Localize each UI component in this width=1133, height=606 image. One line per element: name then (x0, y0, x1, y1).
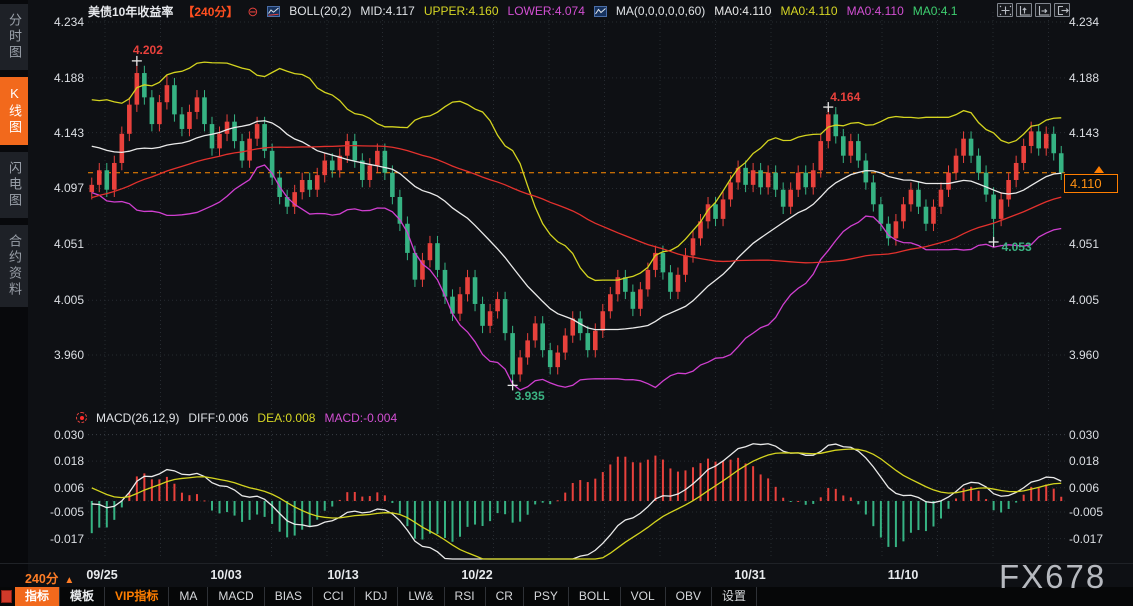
ma-label: MA(0,0,0,0,0,60) (616, 4, 705, 18)
axis-tick-label: 4.143 (32, 126, 84, 140)
axis-tick-label: 0.030 (32, 428, 84, 442)
axis-tick-label: 4.005 (1069, 293, 1129, 307)
macd-label: MACD(26,12,9) (96, 411, 179, 425)
toolbar-tab-vip-indicator[interactable]: VIP指标 (105, 587, 169, 606)
ma-values: MA0:4.110 MA0:4.110 MA0:4.110 MA0:4.1 (714, 4, 957, 18)
toolbar-tab-boll[interactable]: BOLL (569, 587, 621, 606)
main-header: 美债10年收益率 【240分】 ⊖ BOLL(20,2) MID:4.117 U… (88, 3, 957, 19)
date-tick-label: 10/03 (210, 568, 241, 582)
macd-diff-value: DIFF:0.006 (188, 411, 248, 425)
axis-tick-label: 3.960 (1069, 348, 1129, 362)
boll-label: BOLL(20,2) (289, 4, 351, 18)
chevron-up-icon: ▲ (64, 575, 74, 586)
macd-header: MACD(26,12,9) DIFF:0.006 DEA:0.008 MACD:… (76, 410, 397, 425)
timeframe-text: 240分 (25, 572, 58, 586)
axis-tick-label: -0.005 (32, 505, 84, 519)
toolbar-tab-lwr[interactable]: LW& (398, 587, 444, 606)
macd-dea-value: DEA:0.008 (257, 411, 315, 425)
macd-macd-value: MACD:-0.004 (324, 411, 397, 425)
axis-tick-label: 4.188 (32, 71, 84, 85)
toolbar-tab-psy[interactable]: PSY (524, 587, 569, 606)
chart-window-buttons (997, 3, 1070, 17)
toolbar-tab-settings[interactable]: 设置 (712, 587, 757, 606)
axis-tick-label: 4.005 (32, 293, 84, 307)
sidebar-item-kline-chart[interactable]: K线图 (0, 77, 28, 145)
toolbar-tab-rsi[interactable]: RSI (445, 587, 486, 606)
ma-value-0: MA0:4.110 (714, 4, 771, 18)
price-annotation: 3.935 (515, 389, 545, 403)
price-annotation: 4.164 (830, 90, 860, 104)
ma-indicator-icon[interactable] (594, 6, 607, 17)
sidebar-item-contract-info[interactable]: 合约资料 (0, 225, 28, 307)
indicator-toolbar: 指标模板VIP指标MAMACDBIASCCIKDJLW&RSICRPSYBOLL… (0, 587, 1133, 606)
axis-tick-label: 0.030 (1069, 428, 1129, 442)
boll-mid-value: MID:4.117 (360, 4, 414, 18)
watermark: FX678 (999, 558, 1106, 596)
toolbar-tab-indicator[interactable]: 指标 (15, 587, 60, 606)
timeframe-selector[interactable]: 240分 ▲ (25, 568, 74, 587)
toolbar-tab-template[interactable]: 模板 (60, 587, 105, 606)
toolbar-tab-macd[interactable]: MACD (208, 587, 264, 606)
date-tick-label: 10/31 (734, 568, 765, 582)
axis-tick-label: 0.018 (32, 454, 84, 468)
app-root: 分时图 K线图 闪电图 合约资料 美债10年收益率 【240分】 ⊖ BOLL(… (0, 0, 1133, 606)
toolbar-tab-cci[interactable]: CCI (313, 587, 355, 606)
toolbar-tab-bias[interactable]: BIAS (265, 587, 313, 606)
zoom-horizontal-icon[interactable] (1035, 3, 1051, 17)
axis-tick-label: 0.006 (32, 481, 84, 495)
axis-tick-label: 4.051 (1069, 237, 1129, 251)
sidebar-item-flash-chart[interactable]: 闪电图 (0, 152, 28, 218)
boll-lower-value: LOWER:4.074 (508, 4, 585, 18)
sidebar-item-time-chart[interactable]: 分时图 (0, 4, 28, 70)
date-tick-label: 09/25 (86, 568, 117, 582)
chart-canvas[interactable] (0, 0, 1133, 606)
toolbar-tab-kdj[interactable]: KDJ (355, 587, 399, 606)
toolbar-tab-obv[interactable]: OBV (666, 587, 712, 606)
sidebar: 分时图 K线图 闪电图 合约资料 (0, 0, 28, 606)
axis-tick-label: 4.188 (1069, 71, 1129, 85)
xaxis-row: 240分 ▲ 09/25 10/03 10/13 10/22 10/31 11/10 (0, 563, 1133, 587)
ma-value-3: MA0:4.1 (913, 4, 958, 18)
date-tick-label: 10/13 (327, 568, 358, 582)
axis-tick-label: 3.960 (32, 348, 84, 362)
pan-icon[interactable] (997, 3, 1013, 17)
zoom-vertical-icon[interactable] (1016, 3, 1032, 17)
toolbar-tab-vol[interactable]: VOL (621, 587, 666, 606)
axis-tick-label: 0.006 (1069, 481, 1129, 495)
axis-tick-label: 4.234 (32, 15, 84, 29)
current-price-badge: 4.110 (1064, 174, 1118, 193)
toolbar-tab-cr[interactable]: CR (486, 587, 524, 606)
timeframe-badge: 【240分】 (182, 3, 238, 20)
price-up-arrow-icon (1094, 166, 1104, 173)
price-annotation: 4.053 (1002, 240, 1032, 254)
axis-tick-label: 4.143 (1069, 126, 1129, 140)
ma-value-1: MA0:4.110 (780, 4, 837, 18)
exit-icon[interactable] (1054, 3, 1070, 17)
collapse-indicator-icon[interactable]: ⊖ (247, 5, 258, 18)
axis-tick-label: -0.017 (1069, 532, 1129, 546)
date-tick-label: 10/22 (461, 568, 492, 582)
date-tick-label: 11/10 (888, 568, 919, 582)
axis-tick-label: -0.017 (32, 532, 84, 546)
axis-tick-label: 0.018 (1069, 454, 1129, 468)
axis-tick-label: -0.005 (1069, 505, 1129, 519)
toolbar-tab-ma[interactable]: MA (169, 587, 208, 606)
axis-tick-label: 4.097 (32, 181, 84, 195)
symbol-title: 美债10年收益率 (88, 3, 173, 20)
price-annotation: 4.202 (133, 43, 163, 57)
boll-indicator-icon[interactable] (267, 6, 280, 17)
ma-value-2: MA0:4.110 (847, 4, 904, 18)
axis-tick-label: 4.234 (1069, 15, 1129, 29)
macd-settings-icon[interactable] (76, 412, 87, 423)
indicator-panel-icon[interactable] (1, 590, 12, 603)
boll-upper-value: UPPER:4.160 (424, 4, 499, 18)
axis-tick-label: 4.051 (32, 237, 84, 251)
